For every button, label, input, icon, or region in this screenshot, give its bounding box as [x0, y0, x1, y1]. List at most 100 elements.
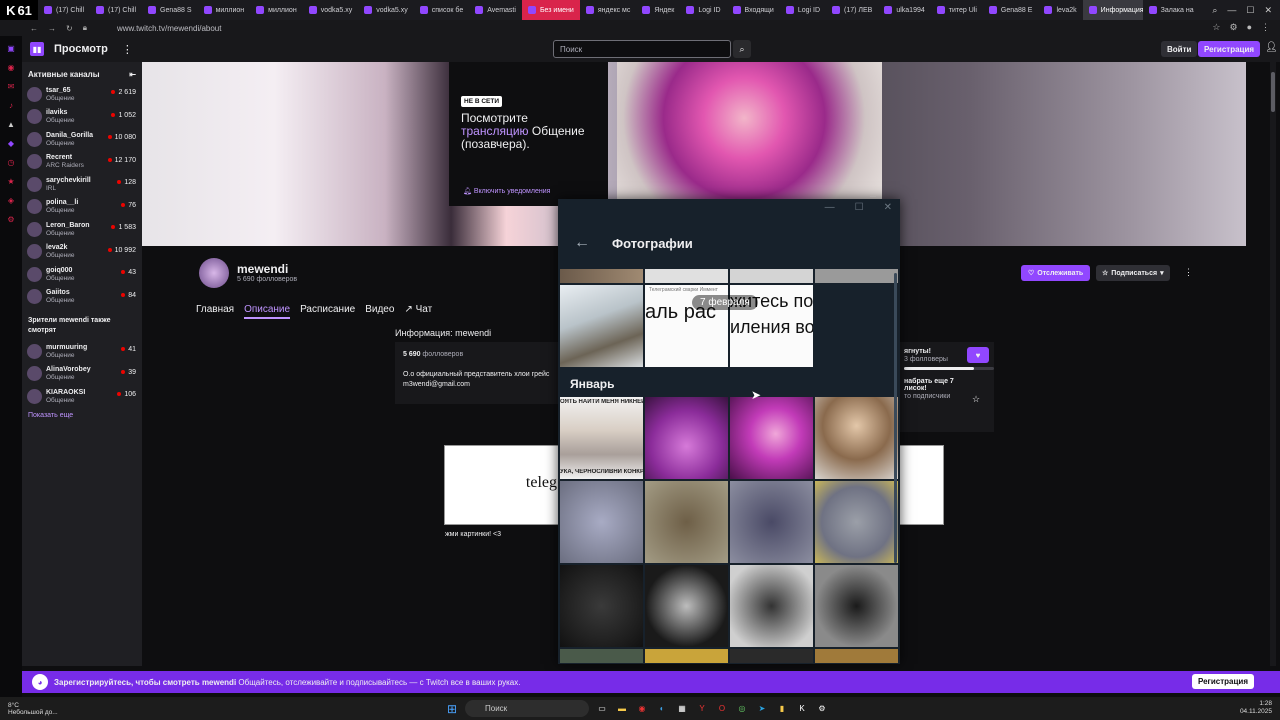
browser-tab[interactable]: Gena88 S	[142, 0, 198, 20]
photo-thumb[interactable]	[730, 565, 813, 647]
close-icon[interactable]: ✕	[1264, 5, 1272, 16]
minimize-icon[interactable]: —	[1227, 5, 1236, 15]
edge-icon[interactable]: ◐	[655, 702, 669, 716]
sidebar-channel[interactable]: leva2k Общение 10 992	[22, 241, 142, 264]
promo-signup-button[interactable]: Регистрация	[1191, 674, 1254, 689]
menu-icon[interactable]: ⋮	[1261, 22, 1270, 33]
browser-tab[interactable]: Входящи	[727, 0, 780, 20]
photo-thumb[interactable]: ОЯТЬ НАЙТИ МЕНЯ НИКНЕЙМ УКА, ЧЕРНОСЛИВНИ…	[560, 397, 643, 479]
sidebar-channel[interactable]: Gaiitos Общение 84	[22, 286, 142, 309]
bookmark-icon[interactable]: ☆	[1212, 22, 1220, 33]
history-icon[interactable]: ◷	[8, 158, 15, 167]
tab-videos[interactable]: Видео	[365, 304, 394, 319]
show-more-link[interactable]: Показать еще	[22, 408, 142, 423]
goal-subscribe-icon[interactable]: ☆	[972, 394, 980, 405]
explorer-icon[interactable]: ▬	[615, 702, 629, 716]
photo-thumb[interactable]	[560, 269, 643, 283]
browser-tab[interactable]: leva2k	[1038, 0, 1082, 20]
close-icon[interactable]: ✕	[884, 202, 892, 213]
opera-icon[interactable]: O	[715, 702, 729, 716]
browser-tab[interactable]: миллион	[198, 0, 251, 20]
arrow-icon[interactable]: ▲	[7, 120, 15, 129]
browser-tab[interactable]: (17) Chill	[90, 0, 142, 20]
panel-card[interactable]	[898, 445, 944, 525]
star-icon[interactable]: ★	[7, 177, 14, 186]
signup-button[interactable]: Регистрация	[1198, 41, 1261, 57]
chat-icon[interactable]: ◆	[8, 139, 14, 148]
sidebar-channel[interactable]: polina__li Общение 76	[22, 196, 142, 219]
browser-logo[interactable]: K 61	[0, 0, 38, 20]
browser-tab[interactable]: миллион	[250, 0, 303, 20]
more-options-icon[interactable]: ⋮	[1184, 267, 1193, 278]
photo-thumb[interactable]	[815, 565, 898, 647]
start-icon[interactable]: ⊞	[445, 702, 459, 716]
search-input[interactable]: Поиск	[553, 40, 731, 58]
mail-icon[interactable]: ✉	[8, 82, 15, 91]
browser-tab[interactable]: Logi ID	[780, 0, 826, 20]
search-tabs-icon[interactable]: ⌕	[1212, 5, 1217, 16]
browser-tab[interactable]: vodka5.xy	[303, 0, 359, 20]
collapse-icon[interactable]: ⇤	[129, 70, 136, 79]
taskbar-search[interactable]: Поиск	[465, 700, 589, 717]
clock[interactable]: 1:28 04.11.2025	[1240, 700, 1272, 716]
reload-icon[interactable]: ↻	[66, 24, 73, 33]
page-scrollbar[interactable]	[1270, 62, 1276, 666]
browser-tab[interactable]: vodka5.xy	[358, 0, 414, 20]
app-red-icon[interactable]: ◉	[635, 702, 649, 716]
game-icon[interactable]: ◈	[8, 196, 14, 205]
browser-tab[interactable]: титер Uli	[931, 0, 983, 20]
browser-tab[interactable]: Logi ID	[680, 0, 726, 20]
sidebar-channel[interactable]: sarychevkirill IRL 128	[22, 173, 142, 196]
photo-thumb[interactable]	[730, 481, 813, 563]
sidebar-channel[interactable]: AlinaVorobey Общение 39	[22, 363, 142, 386]
browser-tab[interactable]: (17) Chill	[38, 0, 90, 20]
tab-about[interactable]: Описание	[244, 304, 291, 319]
browser-tab[interactable]: Информация: п	[1082, 0, 1143, 20]
follow-button[interactable]: ♡ Отслеживать	[1021, 265, 1091, 281]
browser-tab[interactable]: Gena88 E	[983, 0, 1039, 20]
tab-home[interactable]: Главная	[196, 304, 234, 319]
sidebar-channel[interactable]: KIARAOKSI Общение 106	[22, 385, 142, 408]
sidebar-channel[interactable]: Danila_Gorilla Общение 10 080	[22, 128, 142, 151]
maximize-icon[interactable]: ☐	[1246, 5, 1254, 16]
photo-thumb[interactable]	[560, 285, 643, 367]
browser-tab[interactable]: (17) ЛЕВ	[826, 0, 878, 20]
photo-thumb[interactable]	[645, 481, 728, 563]
forward-icon[interactable]: →	[48, 24, 56, 33]
photo-thumb[interactable]	[645, 565, 728, 647]
home-icon[interactable]: ◉	[8, 63, 15, 72]
settings-icon[interactable]: ⚙	[815, 702, 829, 716]
sidebar-channel[interactable]: Leron_Baron Общение 1 583	[22, 218, 142, 241]
photo-thumb[interactable]	[815, 397, 898, 479]
store-icon[interactable]: ▦	[675, 702, 689, 716]
yandex-icon[interactable]: Y	[695, 702, 709, 716]
app-icon[interactable]: K	[795, 702, 809, 716]
photo-thumb[interactable]	[645, 649, 728, 663]
last-stream-thumbnail[interactable]: ···	[617, 62, 882, 202]
dialog-scrollbar[interactable]	[894, 273, 897, 563]
browse-link[interactable]: Просмотр	[54, 43, 108, 55]
last-stream-link[interactable]: трансляцию	[461, 124, 529, 138]
browser-tab[interactable]: Залака на	[1143, 0, 1200, 20]
back-arrow-icon[interactable]: ←	[574, 234, 590, 252]
tab-schedule[interactable]: Расписание	[300, 304, 355, 319]
maximize-icon[interactable]: ☐	[855, 202, 864, 213]
url-field[interactable]: www.twitch.tv/mewendi/about	[117, 24, 222, 33]
sidebar-channel[interactable]: tsar_65 Общение 2 619	[22, 83, 142, 106]
notify-button[interactable]: 🔔︎ Включить уведомления	[463, 187, 550, 195]
photo-thumb[interactable]	[815, 269, 898, 283]
browser-tab[interactable]: Яндек	[636, 0, 680, 20]
sidebar-channel[interactable]: murmuuring Общение 41	[22, 340, 142, 363]
twitch-icon[interactable]: ▣	[7, 44, 15, 53]
browser-tab[interactable]: ulka1994	[878, 0, 930, 20]
steam-icon[interactable]: ◎	[735, 702, 749, 716]
photo-thumb[interactable]	[730, 649, 813, 663]
sidebar-channel[interactable]: ilaviks Общение 1 052	[22, 106, 142, 129]
user-icon[interactable]: 👤︎	[1265, 42, 1278, 53]
music-icon[interactable]: ♪	[9, 101, 13, 110]
telegram-card[interactable]: teleg	[444, 445, 560, 525]
tab-chat[interactable]: ↗ Чат	[404, 304, 432, 319]
profile-icon[interactable]: ●	[1247, 22, 1252, 33]
photo-thumb[interactable]	[560, 565, 643, 647]
sidebar-channel[interactable]: Recrent ARC Raiders 12 170	[22, 151, 142, 174]
